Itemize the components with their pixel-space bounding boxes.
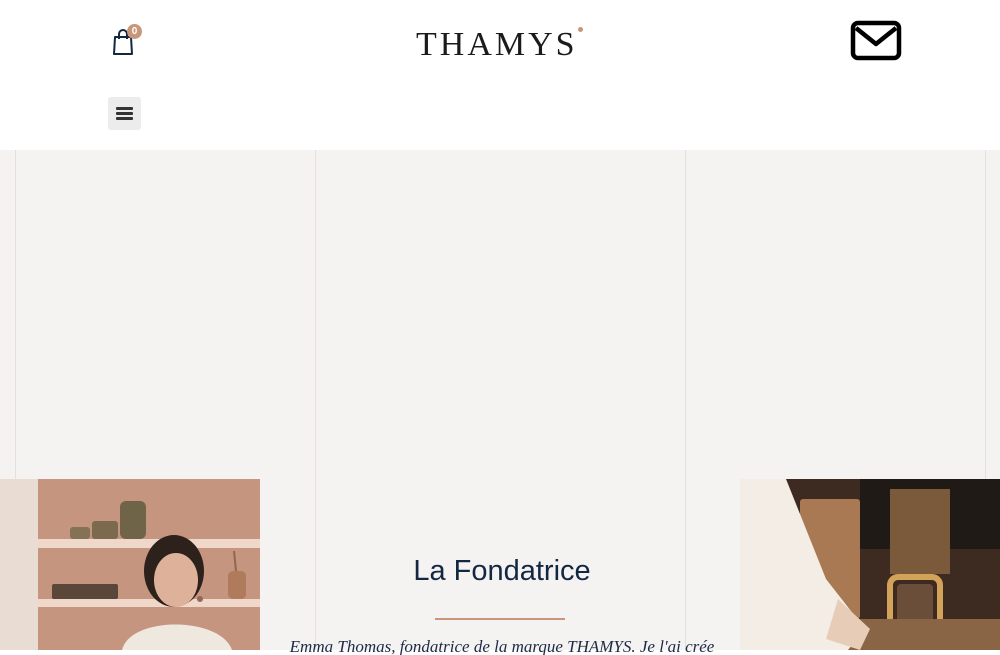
contact-mail-button[interactable] [850, 20, 902, 62]
logo-accent-dot [578, 27, 583, 32]
founder-section: La Fondatrice Emma Thomas, fondatrice de… [0, 150, 1000, 655]
founder-photo-left [0, 479, 260, 650]
hamburger-menu-icon [116, 107, 133, 110]
section-heading: La Fondatrice [413, 555, 591, 587]
cart-count-badge: 0 [127, 24, 142, 39]
founder-photo-right [740, 479, 1000, 650]
envelope-icon [850, 20, 902, 61]
cart-button[interactable]: 0 [108, 24, 142, 60]
site-header: 0 THAMYS [0, 0, 1000, 150]
logo-text: THAMYS [416, 26, 578, 63]
brand-logo[interactable]: THAMYS [410, 20, 590, 66]
heading-divider [435, 618, 565, 620]
menu-toggle-button[interactable] [108, 97, 141, 130]
founder-intro-text: Emma Thomas, fondatrice de la marque THA… [289, 637, 715, 655]
